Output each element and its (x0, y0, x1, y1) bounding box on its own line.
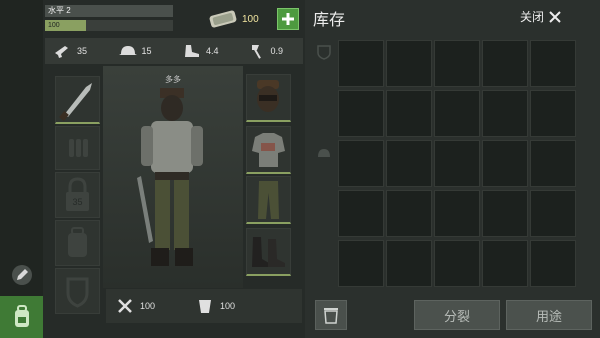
inventory-section-markers (313, 40, 335, 290)
feet-gear-slot[interactable] (246, 228, 291, 276)
ammo-icon (69, 139, 88, 157)
stat-damage-value: 35 (77, 46, 88, 56)
close-button[interactable]: 关闭 (520, 8, 561, 25)
plus-icon (282, 13, 294, 25)
helmet-icon (118, 46, 137, 55)
stat-gather-value: 0.9 (270, 46, 284, 56)
machete-icon (59, 83, 92, 121)
crafting-button[interactable] (0, 255, 43, 295)
inventory-slot[interactable] (482, 40, 528, 87)
bag-slot[interactable] (55, 220, 100, 266)
tool-rail (0, 0, 43, 338)
pants-icon (258, 181, 279, 219)
stat-damage: 35 (53, 43, 110, 59)
legs-gear-slot[interactable] (246, 176, 291, 224)
inventory-title: 库存 (313, 12, 346, 29)
locked-slot: 35 (55, 172, 100, 218)
character-name: 多多 (165, 75, 181, 84)
survival-stats: 100 100 (106, 289, 302, 323)
food-value: 100 (140, 301, 156, 311)
boots-icon (252, 237, 285, 267)
gun-damage-icon (55, 46, 68, 58)
trash-icon (324, 308, 338, 324)
inventory-slot[interactable] (386, 190, 432, 237)
inventory-slot[interactable] (482, 140, 528, 187)
character-preview[interactable] (103, 66, 243, 288)
inventory-slot[interactable] (338, 140, 384, 187)
inventory-slot[interactable] (530, 190, 576, 237)
level-progress-bar: 100 (45, 20, 173, 31)
inventory-slot[interactable] (338, 90, 384, 137)
water-stat: 100 (196, 297, 266, 315)
stat-gather: 0.9 (247, 43, 304, 59)
level-label: 水平 2 (45, 5, 173, 17)
inventory-slot[interactable] (434, 90, 480, 137)
inventory-slot[interactable] (434, 240, 480, 287)
stats-bar: 35 15 4.4 0.9 (45, 38, 303, 64)
inventory-grid (338, 40, 578, 290)
fork-knife-icon (118, 299, 132, 313)
water-value: 100 (220, 301, 236, 311)
close-icon (549, 10, 561, 23)
weapon-slot[interactable] (55, 76, 100, 124)
backpack-icon (14, 305, 29, 327)
inventory-slot[interactable] (386, 140, 432, 187)
water-cup-icon (199, 300, 211, 313)
stat-armor: 15 (118, 43, 175, 59)
inventory-slot[interactable] (434, 190, 480, 237)
use-button[interactable]: 用途 (506, 300, 592, 330)
head-gear-slot[interactable] (246, 74, 291, 122)
axe-icon (251, 45, 261, 59)
stat-speed: 4.4 (182, 43, 239, 59)
body-gear-slot[interactable] (246, 126, 291, 174)
shield-icon (317, 45, 331, 60)
close-label: 关闭 (520, 10, 545, 24)
inventory-slot[interactable] (338, 40, 384, 87)
shirt-icon (252, 133, 285, 167)
armor-slot[interactable] (55, 268, 100, 314)
level-indicator: 水平 2 100 (45, 5, 173, 32)
inventory-slot[interactable] (434, 40, 480, 87)
split-button[interactable]: 分裂 (414, 300, 500, 330)
balaclava-cap-icon (257, 80, 279, 112)
pencil-icon (11, 265, 32, 285)
inventory-slot[interactable] (482, 90, 528, 137)
stat-speed-value: 4.4 (206, 46, 219, 56)
inventory-slot[interactable] (482, 190, 528, 237)
food-stat: 100 (116, 297, 186, 315)
stat-armor-value: 15 (141, 46, 152, 56)
inventory-slot[interactable] (386, 240, 432, 287)
inventory-slot[interactable] (338, 240, 384, 287)
helmet-icon (318, 149, 330, 157)
discard-button[interactable] (315, 300, 347, 330)
backpack-outline-icon (68, 227, 87, 257)
inventory-slot[interactable] (434, 140, 480, 187)
cash-icon (209, 10, 237, 28)
inventory-slot[interactable] (530, 90, 576, 137)
inventory-slot[interactable] (482, 240, 528, 287)
inventory-slot[interactable] (386, 40, 432, 87)
backpack-button[interactable] (0, 296, 43, 338)
shield-icon (66, 277, 89, 308)
locked-slot-level: 35 (72, 197, 83, 207)
ammo-slot[interactable] (55, 126, 100, 170)
inventory-slot[interactable] (530, 40, 576, 87)
inventory-slot[interactable] (530, 140, 576, 187)
lock-icon (66, 177, 89, 211)
inventory-slot[interactable] (338, 190, 384, 237)
level-progress-value: 100 (48, 22, 60, 29)
survivor-character-figure (137, 88, 203, 266)
add-currency-button[interactable] (277, 8, 299, 30)
boot-icon (185, 45, 199, 57)
inventory-slot[interactable] (386, 90, 432, 137)
inventory-slot[interactable] (530, 240, 576, 287)
coin-count: 100 (242, 14, 259, 25)
